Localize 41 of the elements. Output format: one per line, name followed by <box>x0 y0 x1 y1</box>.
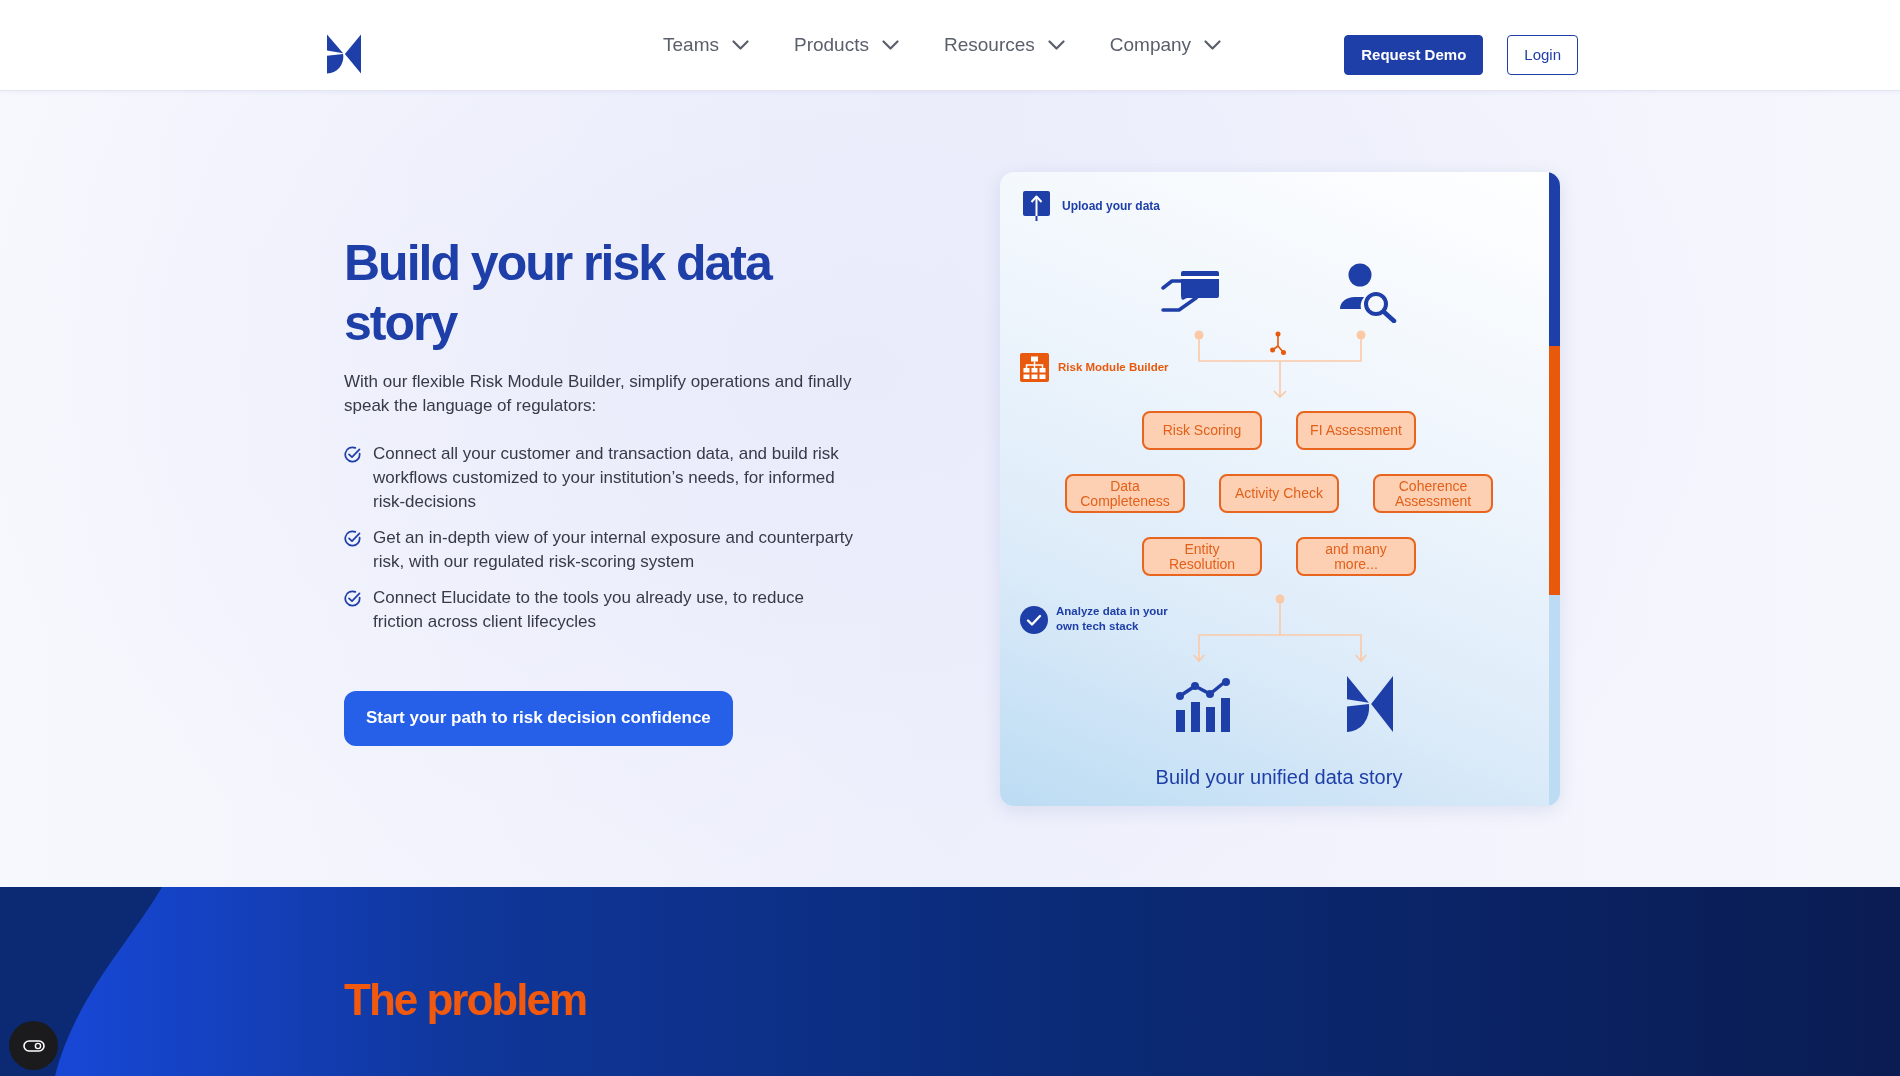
logo-icon <box>1347 676 1393 732</box>
caret-icon <box>731 40 749 50</box>
logo-icon[interactable] <box>327 34 361 74</box>
caret-icon <box>881 40 899 50</box>
check-circle-icon <box>344 529 361 547</box>
analyze-label: Analyze data in your own tech stack <box>1056 604 1169 634</box>
module-node: Activity Check <box>1219 474 1339 513</box>
nav-menu-item[interactable]: Company <box>1109 34 1222 56</box>
toggle-icon <box>22 1039 45 1052</box>
nav-menu-item[interactable]: Resources <box>943 34 1065 56</box>
check-circle-icon <box>344 445 361 463</box>
module-node: Data Completeness <box>1065 474 1185 513</box>
diagram-caption: Build your unified data story <box>1154 765 1404 790</box>
hand-card-icon <box>1161 271 1219 313</box>
module-node: Risk Scoring <box>1142 411 1262 450</box>
upload-icon <box>1023 191 1050 221</box>
nav-menu-item[interactable]: Teams <box>663 34 749 56</box>
intro-paragraph: With our flexible Risk Module Builder, simplify operations and finally speak the language of regulators: <box>344 370 853 417</box>
bullet-text: Get an in-depth view of your internal exposure and counterparty risk, with our regulated risk-scoring system <box>373 526 855 573</box>
module-node: Entity Resolution <box>1142 537 1262 576</box>
cta-button[interactable]: Start your path to risk decision confidence <box>344 690 733 746</box>
check-circle-icon <box>344 589 361 607</box>
builder-label: Risk Module Builder <box>1058 360 1169 375</box>
module-node: FI Assessment <box>1296 411 1416 450</box>
hero-heading: Build your risk data story <box>344 233 773 353</box>
nav-menu-item[interactable]: Products <box>793 34 899 56</box>
bullet-text: Connect Elucidate to the tools you already use, to reduce friction across client lifecycles <box>373 586 805 633</box>
check-circle-icon <box>1020 606 1048 634</box>
section-heading: The problem <box>344 975 587 1025</box>
person-search-icon <box>1340 263 1398 323</box>
login-button[interactable]: Login <box>1507 34 1578 75</box>
caret-icon <box>1047 40 1065 50</box>
caret-icon <box>1204 40 1222 50</box>
request-demo-button[interactable]: Request Demo <box>1344 34 1484 75</box>
bar-chart-icon <box>1175 677 1232 732</box>
upload-label: Upload your data <box>1062 198 1160 214</box>
org-chart-icon <box>1020 353 1049 382</box>
module-node: and many more... <box>1296 537 1416 576</box>
bullet-text: Connect all your customer and transaction data, and build risk workflows customized to your institution’s needs, for informed risk-decisions <box>373 442 840 513</box>
module-node: Coherence Assessment <box>1373 474 1493 513</box>
hub-icon <box>1270 331 1286 356</box>
